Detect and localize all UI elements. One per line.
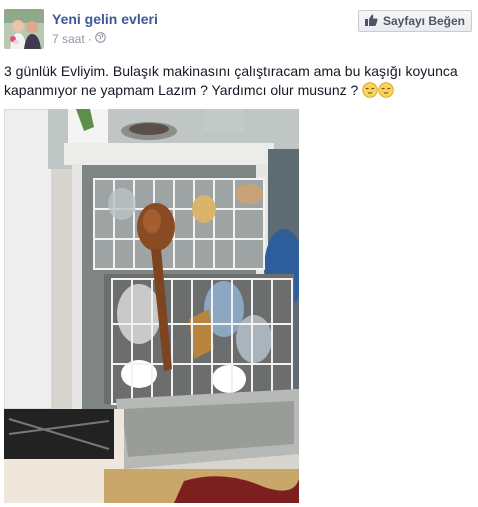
- meta-separator: ·: [87, 32, 92, 46]
- post-timestamp[interactable]: 7 saat: [52, 32, 85, 46]
- like-button-label: Sayfayı Beğen: [382, 14, 466, 28]
- post-meta: 7 saat ·: [52, 32, 106, 46]
- pensive-face-emoji: [362, 82, 378, 103]
- globe-icon[interactable]: [94, 32, 106, 46]
- page-avatar[interactable]: [4, 9, 44, 49]
- facebook-post: Yeni gelin evleri 7 saat · Sayfayı Beğen…: [0, 0, 478, 507]
- like-page-button[interactable]: Sayfayı Beğen: [358, 10, 472, 32]
- post-photo[interactable]: [4, 109, 299, 503]
- page-name-link[interactable]: Yeni gelin evleri: [52, 11, 158, 27]
- pensive-face-emoji: [378, 82, 394, 103]
- thumbs-up-icon: [364, 14, 378, 29]
- post-message: 3 günlük Evliyim. Bulaşık makinasını çal…: [4, 62, 464, 103]
